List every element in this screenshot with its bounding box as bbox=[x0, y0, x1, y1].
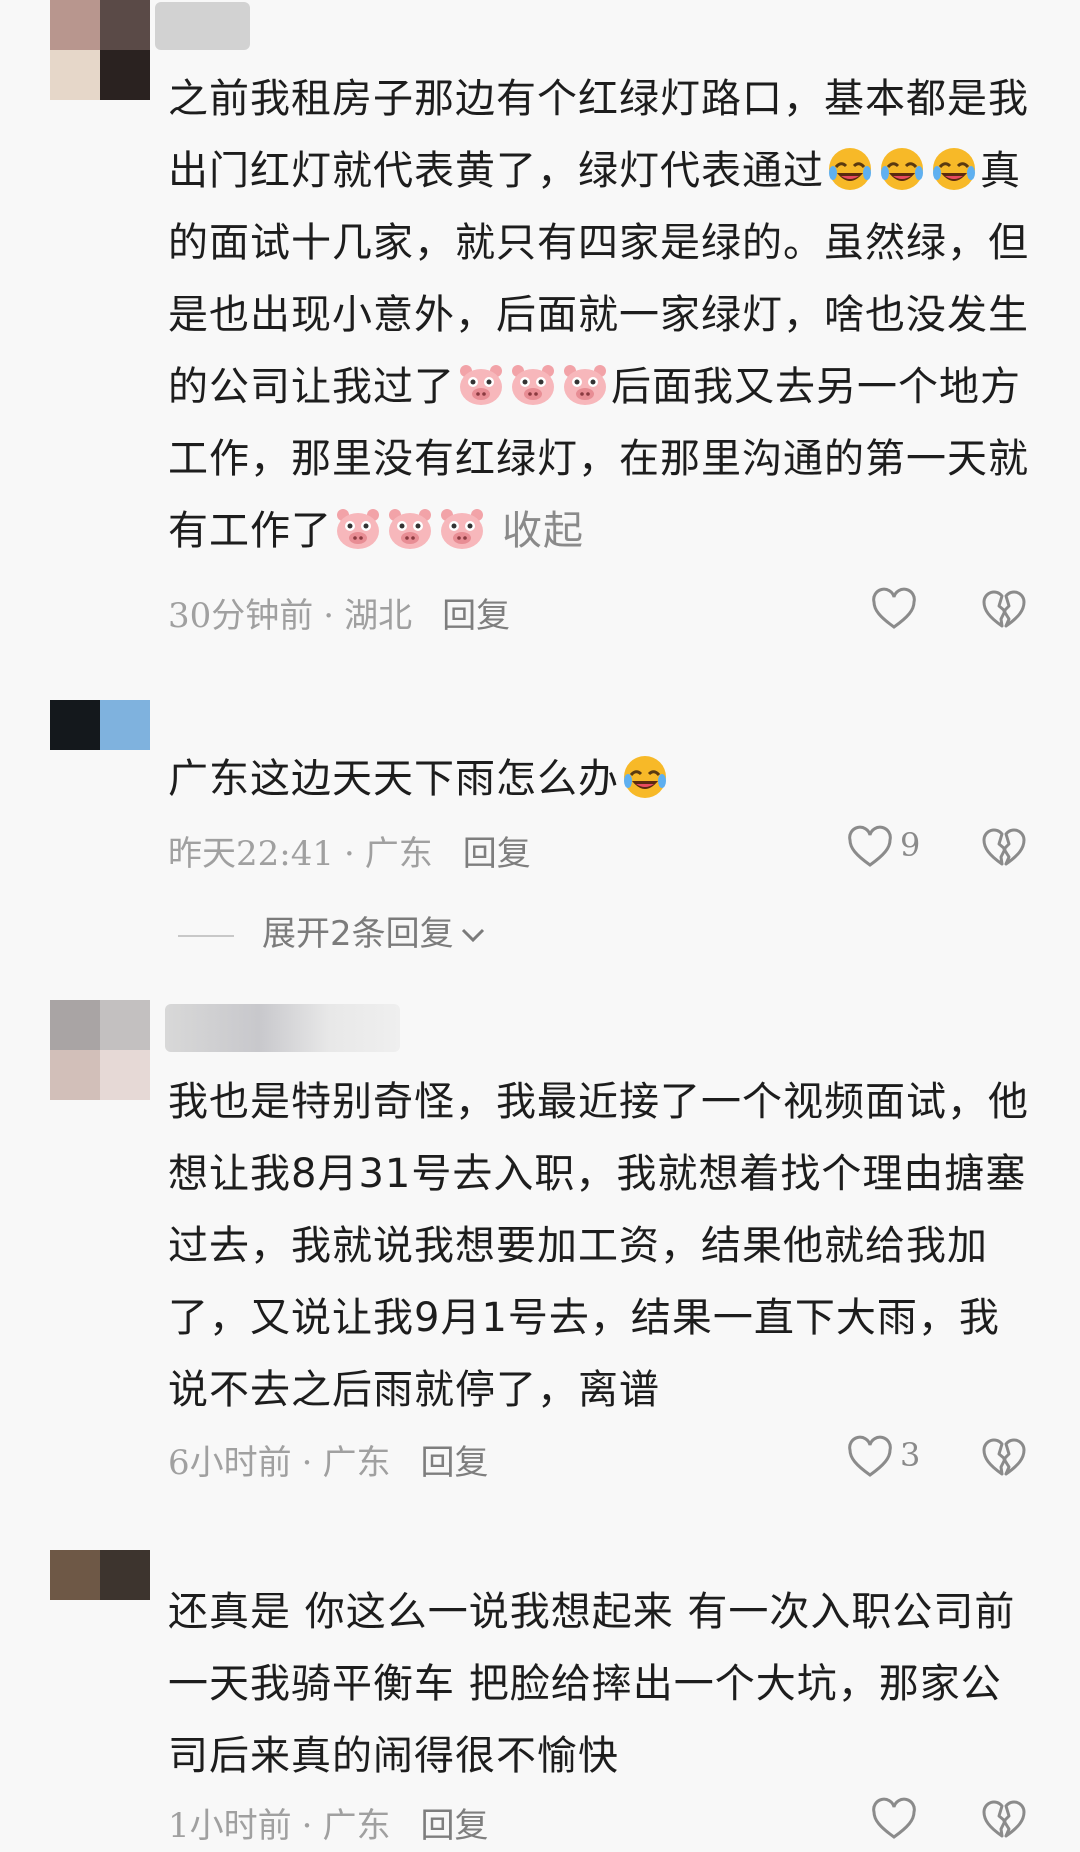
broken-heart-icon bbox=[980, 1434, 1028, 1482]
avatar[interactable] bbox=[50, 0, 150, 100]
like-button[interactable]: 9 bbox=[846, 818, 966, 878]
pig-face-emoji-icon bbox=[438, 505, 486, 553]
pig-face-emoji-icon bbox=[386, 505, 434, 553]
reply-button[interactable]: 回复 bbox=[442, 596, 510, 636]
comment-meta: 1小时前 · 广东 回复 bbox=[168, 1806, 489, 1846]
comment-location: 湖北 bbox=[344, 596, 413, 636]
collapse-link[interactable]: 收起 bbox=[502, 508, 584, 554]
comment-text: 之前我租房子那边有个红绿灯路口，基本都是我出门红灯就代表黄了，绿灯代表通过 真的面… bbox=[168, 76, 1029, 554]
like-count: 3 bbox=[900, 1436, 921, 1474]
chevron-down-icon bbox=[461, 928, 484, 942]
dislike-button[interactable] bbox=[980, 1434, 1030, 1484]
laugh-cry-emoji-icon bbox=[826, 145, 874, 193]
avatar[interactable] bbox=[50, 1550, 150, 1600]
heart-icon bbox=[846, 1434, 894, 1482]
heart-icon bbox=[870, 586, 918, 634]
reply-button[interactable]: 回复 bbox=[420, 1806, 488, 1846]
username-blurred[interactable] bbox=[165, 1004, 400, 1052]
comment-location: 广东 bbox=[364, 834, 433, 874]
comment-location: 广东 bbox=[322, 1443, 391, 1483]
comments-page: 之前我租房子那边有个红绿灯路口，基本都是我出门红灯就代表黄了，绿灯代表通过 真的面… bbox=[0, 0, 1080, 1852]
expand-replies-button[interactable]: 展开2条回复 bbox=[178, 906, 488, 955]
comment-text: 广东这边天天下雨怎么办 bbox=[168, 743, 1038, 815]
broken-heart-icon bbox=[980, 1796, 1028, 1844]
like-count: 9 bbox=[900, 826, 921, 864]
heart-icon bbox=[870, 1796, 918, 1844]
laugh-cry-emoji-icon bbox=[878, 145, 926, 193]
like-button[interactable] bbox=[870, 1790, 990, 1850]
pig-face-emoji-icon bbox=[561, 361, 609, 409]
broken-heart-icon bbox=[980, 824, 1028, 872]
pig-face-emoji-icon bbox=[457, 361, 505, 409]
comment-meta: 30分钟前 · 湖北 回复 bbox=[168, 596, 511, 636]
laugh-cry-emoji-icon bbox=[621, 753, 669, 801]
expand-replies-label: 展开2条回复 bbox=[262, 914, 454, 954]
like-button[interactable]: 3 bbox=[846, 1428, 966, 1488]
laugh-cry-emoji-icon bbox=[930, 145, 978, 193]
avatar[interactable] bbox=[50, 700, 150, 750]
comment-location: 广东 bbox=[322, 1806, 391, 1846]
comment-text: 还真是 你这么一说我想起来 有一次入职公司前一天我骑平衡车 把脸给摔出一个大坑，… bbox=[168, 1589, 1016, 1779]
broken-heart-icon bbox=[980, 586, 1028, 634]
pig-face-emoji-icon bbox=[334, 505, 382, 553]
comment-time: 30分钟前 bbox=[168, 596, 314, 636]
avatar[interactable] bbox=[50, 1000, 150, 1100]
comment-text: 我也是特别奇怪，我最近接了一个视频面试，他想让我8月31号去入职，我就想着找个理… bbox=[168, 1079, 1029, 1413]
comment-time: 1小时前 bbox=[168, 1806, 292, 1846]
dislike-button[interactable] bbox=[980, 586, 1030, 636]
username-blurred[interactable] bbox=[155, 2, 250, 50]
comment-meta: 6小时前 · 广东 回复 bbox=[168, 1443, 489, 1483]
reply-button[interactable]: 回复 bbox=[420, 1443, 488, 1483]
heart-icon bbox=[846, 824, 894, 872]
comment-time: 昨天22:41 bbox=[168, 834, 334, 874]
like-button[interactable] bbox=[870, 580, 990, 640]
comment-time: 6小时前 bbox=[168, 1443, 292, 1483]
dislike-button[interactable] bbox=[980, 824, 1030, 874]
reply-button[interactable]: 回复 bbox=[463, 834, 531, 874]
pig-face-emoji-icon bbox=[509, 361, 557, 409]
comment-meta: 昨天22:41 · 广东 回复 bbox=[168, 834, 531, 874]
dislike-button[interactable] bbox=[980, 1796, 1030, 1846]
